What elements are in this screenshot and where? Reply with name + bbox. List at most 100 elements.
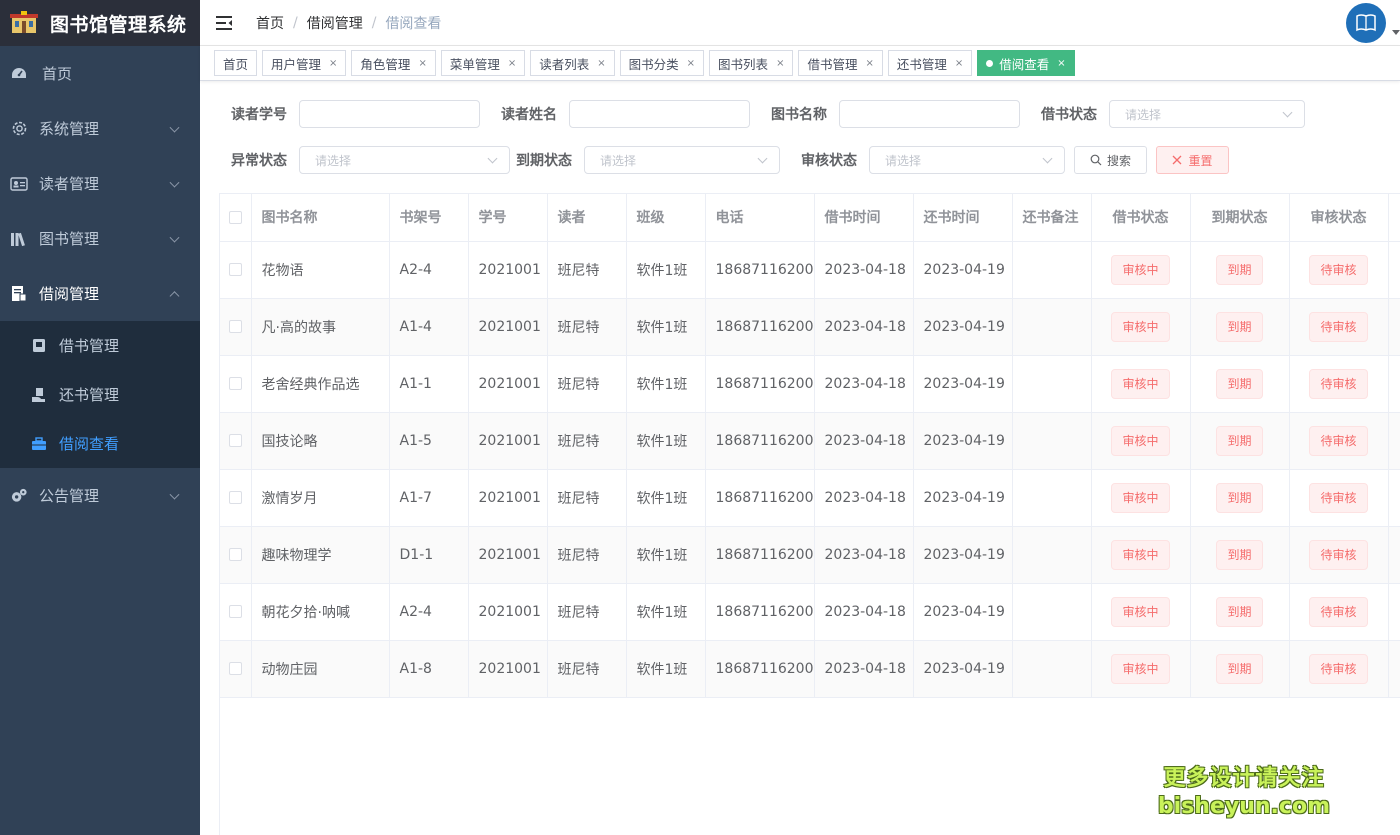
close-icon[interactable]: ×	[508, 58, 516, 69]
tag-return-books[interactable]: 还书管理 ×	[887, 50, 973, 76]
sidebar-item-readers[interactable]: 读者管理	[0, 156, 200, 211]
column-header[interactable]: 借书时间	[814, 194, 914, 242]
hamburger-menu-icon[interactable]	[216, 15, 234, 31]
select-all-checkbox[interactable]	[228, 210, 242, 224]
close-icon[interactable]: ×	[1057, 58, 1065, 69]
table-body: 花物语 A2-4 2021001 班尼特 软件1班 18687116200 2023-04-…	[220, 241, 1400, 698]
sidebar-item-home[interactable]: 首页	[0, 46, 200, 101]
row-checkbox[interactable]	[228, 263, 242, 276]
abnormal-status-label: 异常状态	[231, 153, 287, 169]
chevron-down-icon	[757, 153, 768, 164]
row-select-cell	[220, 583, 252, 641]
book-name-input[interactable]	[839, 100, 1020, 128]
watermark-line1: 更多设计请关注	[1163, 766, 1325, 791]
sidebar-item-notice[interactable]: 公告管理	[0, 468, 200, 523]
column-header[interactable]: 班级	[626, 194, 706, 242]
row-checkbox[interactable]	[228, 377, 242, 390]
abnormal-status-select[interactable]: 请选择	[299, 146, 510, 174]
close-icon[interactable]: ×	[597, 58, 605, 69]
tag-categories[interactable]: 图书分类 ×	[619, 50, 705, 76]
cell-ret: 2023-04-19	[913, 298, 1013, 356]
search-button[interactable]: 搜索	[1074, 146, 1147, 174]
due-status-select[interactable]: 请选择	[584, 146, 780, 174]
reset-button[interactable]: 重置	[1156, 146, 1229, 174]
column-header[interactable]: 审核状态	[1289, 194, 1389, 242]
cell-s1: 审核中	[1091, 241, 1191, 299]
column-header[interactable]: 书架号	[389, 194, 469, 242]
row-checkbox[interactable]	[228, 662, 242, 675]
tag-readers[interactable]: 读者列表 ×	[530, 50, 615, 76]
close-icon[interactable]: ×	[418, 58, 426, 69]
row-checkbox[interactable]	[228, 605, 242, 618]
row-checkbox[interactable]	[228, 434, 242, 447]
sidebar-item-label: 借阅管理	[39, 285, 100, 303]
row-checkbox[interactable]	[228, 548, 242, 561]
tag-books[interactable]: 图书列表 ×	[709, 50, 794, 76]
caret-down-icon[interactable]	[1392, 30, 1400, 35]
sidebar-item-books[interactable]: 图书管理	[0, 211, 200, 266]
cell-phone: 18687116200	[705, 241, 815, 299]
cell-book: 激情岁月	[251, 469, 390, 527]
row-checkbox[interactable]	[228, 320, 242, 333]
sidebar-item-return-books[interactable]: 还书管理	[0, 370, 200, 419]
column-header[interactable]: 还书时间	[913, 194, 1013, 242]
table-row[interactable]: 激情岁月 A1-7 2021001 班尼特 软件1班 18687116200 2023-04…	[220, 469, 1400, 527]
logo[interactable]: 图书馆管理系统	[0, 0, 200, 46]
reader-name-label: 读者姓名	[501, 107, 557, 123]
sidebar-item-borrow-books[interactable]: 借书管理	[0, 321, 200, 370]
cell-s3: 待审核	[1289, 241, 1389, 299]
breadcrumb-borrow[interactable]: 借阅管理	[307, 13, 363, 33]
column-header[interactable]: 到期状态	[1190, 194, 1290, 242]
tag-home[interactable]: 首页	[214, 50, 258, 76]
tag-borrow-view[interactable]: 借阅查看 ×	[977, 50, 1075, 76]
cell-borrow: 2023-04-18	[814, 583, 914, 641]
cell-borrow: 2023-04-18	[814, 469, 914, 527]
cell-no: 2021001	[468, 298, 548, 356]
table-row[interactable]: 国技论略 A1-5 2021001 班尼特 软件1班 18687116200 2023-04…	[220, 412, 1400, 470]
cell-reader: 班尼特	[547, 298, 627, 356]
audit-status-select[interactable]: 请选择	[869, 146, 1065, 174]
cell-extra	[1388, 298, 1400, 356]
close-icon[interactable]: ×	[865, 58, 873, 69]
column-header[interactable]: 图书名称	[251, 194, 390, 242]
borrow-table: 图书名称 书架号 学号 读者 班级 电话 借书时间 还书时间 还书备注 借书状态…	[219, 193, 1400, 835]
cell-s1: 审核中	[1091, 526, 1191, 584]
sidebar-item-label: 读者管理	[39, 175, 100, 193]
chevron-up-icon	[169, 290, 180, 301]
column-header[interactable]: 借书状态	[1091, 194, 1191, 242]
close-icon[interactable]: ×	[329, 58, 337, 69]
table-row[interactable]: 动物庄园 A1-8 2021001 班尼特 软件1班 18687116200 2023-04…	[220, 640, 1400, 698]
column-header[interactable]: 电话	[705, 194, 815, 242]
sidebar-item-borrow-view[interactable]: 借阅查看	[0, 419, 200, 468]
cell-phone: 18687116200	[705, 526, 815, 584]
table-row[interactable]: 趣味物理学 D1-1 2021001 班尼特 软件1班 18687116200 2023-0…	[220, 526, 1400, 584]
close-icon[interactable]: ×	[687, 58, 695, 69]
row-checkbox[interactable]	[228, 491, 242, 504]
cell-cls: 软件1班	[626, 298, 706, 356]
column-header[interactable]: 学号	[468, 194, 548, 242]
sidebar-item-system[interactable]: 系统管理	[0, 101, 200, 156]
chevron-down-icon	[1282, 107, 1293, 118]
breadcrumb-home[interactable]: 首页	[256, 13, 284, 33]
tag-borrow-books[interactable]: 借书管理 ×	[798, 50, 883, 76]
table-row[interactable]: 朝花夕拾·呐喊 A2-4 2021001 班尼特 软件1班 18687116200 2023…	[220, 583, 1400, 641]
column-header[interactable]: 还书备注	[1012, 194, 1092, 242]
cell-no: 2021001	[468, 640, 548, 698]
avatar[interactable]	[1346, 3, 1386, 43]
sidebar-item-borrow[interactable]: 借阅管理	[0, 266, 200, 321]
cell-extra	[1388, 526, 1400, 584]
tag-menus[interactable]: 菜单管理 ×	[440, 50, 526, 76]
close-icon[interactable]: ×	[955, 58, 963, 69]
column-header[interactable]: 读者	[547, 194, 627, 242]
table-row[interactable]: 花物语 A2-4 2021001 班尼特 软件1班 18687116200 2023-04-…	[220, 241, 1400, 299]
tag-roles[interactable]: 角色管理 ×	[351, 50, 436, 76]
reader-name-input[interactable]	[569, 100, 750, 128]
select-placeholder: 请选择	[1125, 107, 1162, 122]
reader-no-input[interactable]	[299, 100, 480, 128]
books-icon	[10, 230, 28, 248]
table-row[interactable]: 凡·高的故事 A1-4 2021001 班尼特 软件1班 18687116200 2023-…	[220, 298, 1400, 356]
close-icon[interactable]: ×	[776, 58, 784, 69]
tag-users[interactable]: 用户管理 ×	[262, 50, 347, 76]
table-row[interactable]: 老舍经典作品选 A1-1 2021001 班尼特 软件1班 18687116200 2023…	[220, 355, 1400, 413]
borrow-status-select[interactable]: 请选择	[1109, 100, 1305, 128]
